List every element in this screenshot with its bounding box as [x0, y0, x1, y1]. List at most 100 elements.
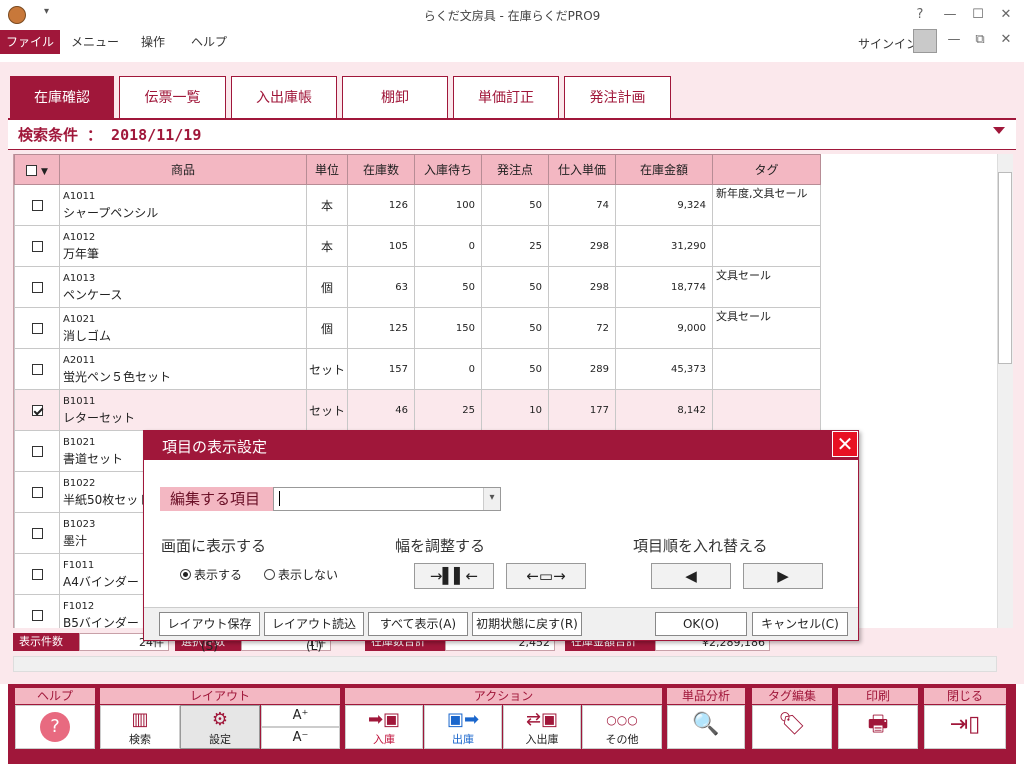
tag-cell[interactable] [712, 389, 821, 431]
stock-cell[interactable]: 125 [347, 307, 415, 349]
row-select-cell[interactable] [14, 553, 60, 595]
row-checkbox[interactable] [31, 282, 43, 293]
menu-operation[interactable]: 操作 [130, 30, 176, 54]
tag-cell[interactable] [712, 348, 821, 390]
ok-button[interactable]: OK(O) [655, 612, 747, 636]
incoming-cell[interactable]: 25 [414, 389, 482, 431]
price-cell[interactable]: 74 [548, 184, 616, 226]
stock-cell[interactable]: 46 [347, 389, 415, 431]
row-select-cell[interactable] [14, 184, 60, 226]
row-select-cell[interactable] [14, 471, 60, 513]
dialog-close-button[interactable]: ✕ [832, 431, 858, 457]
horizontal-scrollbar[interactable] [13, 656, 997, 672]
column-header[interactable]: 在庫数 [347, 154, 415, 185]
reorder-cell[interactable]: 10 [481, 389, 549, 431]
select-all-checkbox[interactable] [26, 164, 38, 176]
radio-hide-button[interactable] [264, 569, 275, 580]
other-button[interactable]: ○○○ その他 [582, 705, 662, 749]
incoming-cell[interactable]: 100 [414, 184, 482, 226]
search-button[interactable]: ▥ 検索 [100, 705, 180, 749]
chevron-down-icon[interactable] [993, 127, 1005, 134]
stock-inout-button[interactable]: ⇄▣ 入出庫 [503, 705, 581, 749]
row-checkbox[interactable] [31, 610, 43, 621]
move-left-button[interactable]: ◀ [651, 563, 731, 589]
price-cell[interactable]: 298 [548, 266, 616, 308]
tag-cell[interactable]: 文具セール [712, 266, 821, 308]
item-analysis-button[interactable]: 🔍 [667, 705, 745, 749]
cancel-button[interactable]: キャンセル(C) [752, 612, 848, 636]
amount-cell[interactable]: 9,324 [615, 184, 713, 226]
row-select-cell[interactable] [14, 430, 60, 472]
reorder-cell[interactable]: 25 [481, 225, 549, 267]
row-select-cell[interactable] [14, 266, 60, 308]
widen-width-button[interactable]: ←▭→ [506, 563, 586, 589]
unit-cell[interactable]: 個 [306, 307, 348, 349]
row-select-cell[interactable] [14, 348, 60, 390]
product-cell[interactable]: A1013 ペンケース [59, 266, 307, 308]
reorder-cell[interactable]: 50 [481, 348, 549, 390]
row-checkbox[interactable] [31, 487, 43, 498]
table-row[interactable]: A1021 消しゴム 個 125 150 50 72 9,000 文具セール [14, 307, 821, 349]
stock-out-button[interactable]: ▣➡ 出庫 [424, 705, 502, 749]
product-cell[interactable]: A1021 消しゴム [59, 307, 307, 349]
signin-link[interactable]: サインイン [858, 35, 918, 52]
stock-cell[interactable]: 63 [347, 266, 415, 308]
tab-slips[interactable]: 伝票一覧 [119, 76, 226, 118]
chevron-down-icon[interactable]: ▼ [41, 167, 48, 177]
print-button[interactable]: 🖶 [838, 705, 918, 749]
column-header[interactable]: 商品 [59, 154, 307, 185]
maximize-button[interactable]: ☐ [964, 4, 992, 26]
column-header[interactable]: 単位 [306, 154, 348, 185]
reorder-cell[interactable]: 50 [481, 266, 549, 308]
reorder-cell[interactable]: 50 [481, 307, 549, 349]
close-doc-button[interactable]: ✕ [992, 29, 1020, 51]
table-row[interactable]: A1013 ペンケース個 63 50 50 298 18,774 文具セール [14, 266, 821, 308]
tag-cell[interactable]: 新年度,文具セール [712, 184, 821, 226]
tag-cell[interactable]: 文具セール [712, 307, 821, 349]
tab-price-correction[interactable]: 単価訂正 [453, 76, 559, 118]
font-up-button[interactable]: A⁺ [261, 705, 340, 727]
radio-show[interactable]: 表示する [180, 566, 242, 583]
tag-edit-button[interactable]: 🏷 [752, 705, 832, 749]
reset-layout-button[interactable]: 初期状態に戻す(R) [472, 612, 582, 636]
font-down-button[interactable]: A⁻ [261, 727, 340, 749]
row-checkbox[interactable] [31, 241, 43, 252]
help-icon[interactable]: ? [906, 4, 934, 26]
row-select-cell[interactable] [14, 594, 60, 628]
column-header[interactable]: 仕入単価 [548, 154, 616, 185]
edit-item-select[interactable] [273, 487, 501, 511]
amount-cell[interactable]: 31,290 [615, 225, 713, 267]
tab-order-plan[interactable]: 発注計画 [564, 76, 671, 118]
row-checkbox[interactable] [31, 200, 43, 211]
amount-cell[interactable]: 18,774 [615, 266, 713, 308]
show-all-button[interactable]: すべて表示(A) [368, 612, 468, 636]
menu-help[interactable]: ヘルプ [182, 30, 236, 54]
table-row[interactable]: A1011 シャープペンシル 本 126 100 50 74 9,324 新年度,文具セール [14, 184, 821, 226]
scrollbar-thumb[interactable] [998, 172, 1012, 364]
price-cell[interactable]: 289 [548, 348, 616, 390]
unit-cell[interactable]: 本 [306, 225, 348, 267]
close-button[interactable]: ✕ [992, 4, 1020, 26]
stock-cell[interactable]: 126 [347, 184, 415, 226]
column-header[interactable]: タグ [712, 154, 821, 185]
move-right-button[interactable]: ▶ [743, 563, 823, 589]
product-cell[interactable]: A2011 蛍光ペン５色セット [59, 348, 307, 390]
menu-menu[interactable]: メニュー [66, 30, 124, 54]
minimize-button[interactable]: — [936, 4, 964, 26]
reorder-cell[interactable]: 50 [481, 184, 549, 226]
exit-button[interactable]: ⇥▯ [924, 705, 1006, 749]
row-select-cell[interactable] [14, 389, 60, 431]
tag-cell[interactable] [712, 225, 821, 267]
minimize-doc-button[interactable]: — [940, 29, 968, 51]
incoming-cell[interactable]: 50 [414, 266, 482, 308]
amount-cell[interactable]: 9,000 [615, 307, 713, 349]
table-row[interactable]: A2011 蛍光ペン５色セット セット 157 0 50 289 45,373 [14, 348, 821, 390]
unit-cell[interactable]: セット [306, 348, 348, 390]
radio-show-button[interactable] [180, 569, 191, 580]
column-header[interactable]: 在庫金額 [615, 154, 713, 185]
row-checkbox[interactable] [31, 446, 43, 457]
product-cell[interactable]: A1011 シャープペンシル [59, 184, 307, 226]
narrow-width-button[interactable]: →▌▌← [414, 563, 494, 589]
restore-doc-button[interactable]: ⧉ [966, 29, 994, 51]
price-cell[interactable]: 72 [548, 307, 616, 349]
